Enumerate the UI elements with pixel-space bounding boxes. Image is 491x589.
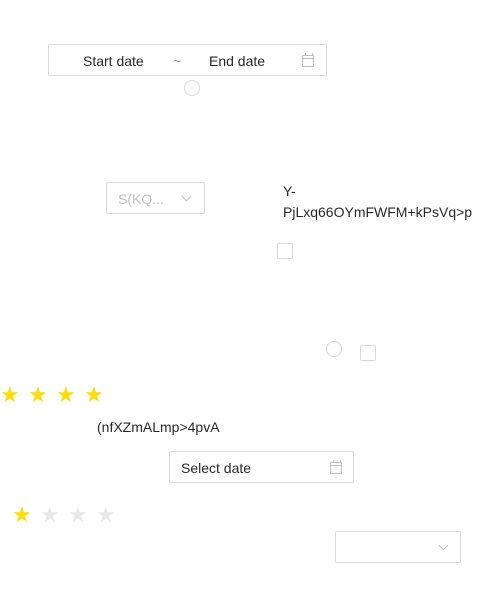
text-label-2: (nfXZmALmp>4pvA	[97, 419, 220, 435]
star-icon[interactable]: ★	[68, 504, 88, 526]
star-icon[interactable]: ★	[96, 504, 116, 526]
checkbox-1[interactable]	[277, 243, 293, 259]
range-separator: ~	[173, 53, 182, 69]
star-icon[interactable]: ★	[12, 504, 32, 526]
end-date-input[interactable]: End date	[209, 53, 265, 69]
star-icon[interactable]: ★	[84, 384, 104, 406]
select-1[interactable]: S(KQ...	[106, 182, 205, 214]
star-icon[interactable]: ★	[0, 384, 20, 406]
star-icon[interactable]: ★	[28, 384, 48, 406]
chevron-down-icon	[181, 191, 192, 202]
checkbox-2[interactable]	[360, 345, 376, 361]
date-range-picker[interactable]: Start date ~ End date	[48, 44, 327, 76]
select-2[interactable]	[335, 531, 461, 563]
star-icon[interactable]: ★	[56, 384, 76, 406]
select-1-value: S(KQ...	[118, 191, 164, 207]
radio-2[interactable]	[326, 341, 342, 357]
text-line-2: PjLxq66OYmFWFM+kPsVq>p	[283, 204, 473, 220]
date-picker[interactable]: Select date	[169, 451, 354, 483]
calendar-icon	[302, 53, 314, 67]
chevron-down-icon	[438, 540, 449, 551]
date-input[interactable]: Select date	[181, 460, 251, 476]
calendar-icon	[330, 460, 342, 474]
start-date-input[interactable]: Start date	[83, 53, 144, 69]
text-line-1: Y-	[283, 183, 296, 199]
radio-1[interactable]	[184, 80, 200, 96]
star-icon[interactable]: ★	[40, 504, 60, 526]
